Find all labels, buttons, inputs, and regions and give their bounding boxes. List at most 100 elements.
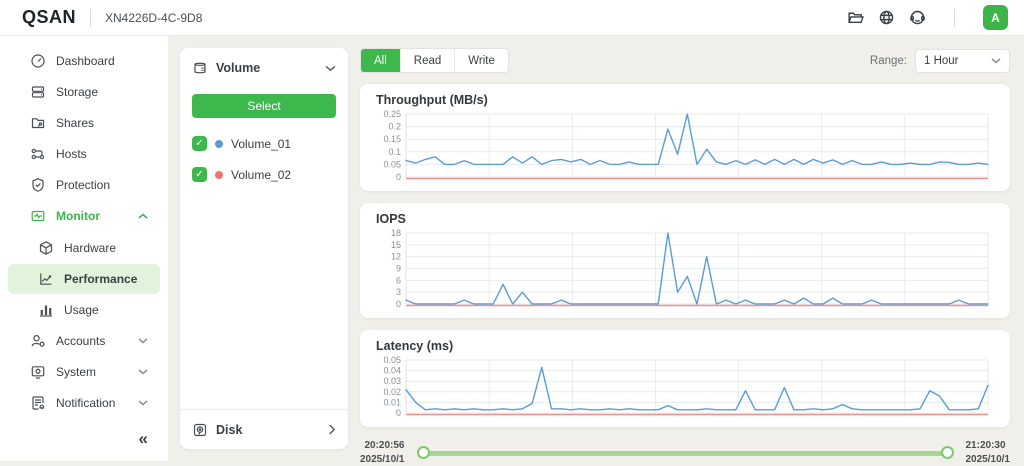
disk-section-header[interactable]: Disk xyxy=(180,409,348,449)
sidebar-item-label: Performance xyxy=(64,272,137,286)
protection-shield-icon xyxy=(30,177,46,193)
latency-line-chart: 0.050.040.030.020.010 xyxy=(368,356,992,418)
sidebar-item-performance[interactable]: Performance xyxy=(8,264,160,294)
slider-handle-end[interactable] xyxy=(941,446,954,459)
svg-text:6: 6 xyxy=(396,275,401,285)
svg-text:0: 0 xyxy=(396,172,401,182)
volume-list-item[interactable]: ✓ Volume_01 xyxy=(180,128,348,159)
slider-handle-start[interactable] xyxy=(417,446,430,459)
sidebar-item-protection[interactable]: Protection xyxy=(8,170,160,200)
range-value: 1 Hour xyxy=(924,55,959,67)
series-color-dot xyxy=(215,140,223,148)
volume-section-header[interactable]: Volume xyxy=(180,48,348,88)
checkbox-checked-icon[interactable]: ✓ xyxy=(192,136,207,151)
shares-folder-icon xyxy=(30,115,46,131)
header-divider xyxy=(90,9,91,27)
sidebar-item-label: Monitor xyxy=(56,209,100,223)
sidebar-item-usage[interactable]: Usage xyxy=(8,295,160,325)
svg-text:0.25: 0.25 xyxy=(383,110,401,119)
sidebar-item-label: Usage xyxy=(64,303,99,317)
range-dropdown[interactable]: 1 Hour xyxy=(915,49,1010,73)
time-range-slider-row: 20:20:56 2025/10/1 21:20:30 2025/10/1 xyxy=(360,439,1010,466)
iops-line-chart: 1815129630 xyxy=(368,229,992,309)
tab-read[interactable]: Read xyxy=(401,49,456,72)
series-color-dot xyxy=(215,171,223,179)
chevron-down-icon xyxy=(138,337,148,344)
volume-name: Volume_01 xyxy=(231,137,291,151)
accounts-icon xyxy=(30,333,46,349)
sidebar-item-label: System xyxy=(56,365,96,379)
iops-chart-panel: IOPS 1815129630 xyxy=(360,203,1010,318)
tab-all[interactable]: All xyxy=(361,49,401,72)
throughput-line-chart: 0.250.20.150.10.050 xyxy=(368,110,992,182)
tab-write[interactable]: Write xyxy=(455,49,508,72)
sidebar-item-dashboard[interactable]: Dashboard xyxy=(8,46,160,76)
sidebar: Dashboard Storage Shares Hosts Protectio… xyxy=(0,36,168,461)
support-headset-icon[interactable] xyxy=(909,9,926,26)
chart-title-iops: IOPS xyxy=(376,212,996,226)
filter-toolbar: All Read Write Range: 1 Hour xyxy=(360,48,1010,73)
select-button[interactable]: Select xyxy=(192,94,336,118)
checkbox-checked-icon[interactable]: ✓ xyxy=(192,167,207,182)
language-globe-icon[interactable] xyxy=(878,9,895,26)
sidebar-item-hardware[interactable]: Hardware xyxy=(8,232,160,262)
svg-text:0.15: 0.15 xyxy=(383,134,401,144)
chevron-down-icon xyxy=(138,368,148,375)
monitor-icon xyxy=(30,208,46,224)
sidebar-item-label: Protection xyxy=(56,178,110,192)
disk-icon xyxy=(192,422,208,438)
svg-text:18: 18 xyxy=(391,229,401,238)
svg-text:0.05: 0.05 xyxy=(383,356,401,365)
svg-text:0.2: 0.2 xyxy=(388,122,401,132)
app-header: QSAN XN4226D-4C-9D8 A xyxy=(0,0,1024,36)
avatar[interactable]: A xyxy=(983,5,1008,30)
sidebar-item-label: Storage xyxy=(56,85,98,99)
system-icon xyxy=(30,364,46,380)
slider-track[interactable] xyxy=(423,451,948,456)
slider-end-time: 21:20:30 xyxy=(966,439,1011,453)
file-manager-icon[interactable] xyxy=(847,9,864,26)
selector-panel: Volume Select ✓ Volume_01 ✓ Volume_02 Di… xyxy=(180,48,348,449)
svg-text:3: 3 xyxy=(396,287,401,297)
hardware-cube-icon xyxy=(38,240,54,256)
usage-bars-icon xyxy=(38,302,54,318)
sidebar-item-accounts[interactable]: Accounts xyxy=(8,326,160,356)
chevron-up-icon xyxy=(138,213,148,220)
volume-list-item[interactable]: ✓ Volume_02 xyxy=(180,159,348,190)
sidebar-item-monitor[interactable]: Monitor xyxy=(8,201,160,231)
sidebar-item-shares[interactable]: Shares xyxy=(8,108,160,138)
device-name: XN4226D-4C-9D8 xyxy=(105,11,202,25)
time-range-slider[interactable] xyxy=(417,445,954,461)
chevron-down-icon xyxy=(991,57,1001,64)
sidebar-item-system[interactable]: System xyxy=(8,357,160,387)
slider-end-date: 2025/10/1 xyxy=(966,453,1011,466)
sidebar-item-label: Accounts xyxy=(56,334,105,348)
sidebar-item-storage[interactable]: Storage xyxy=(8,77,160,107)
volume-name: Volume_02 xyxy=(231,168,291,182)
svg-text:0: 0 xyxy=(396,408,401,418)
sidebar-item-label: Dashboard xyxy=(56,54,115,68)
svg-text:9: 9 xyxy=(396,264,401,274)
header-divider xyxy=(954,9,955,27)
svg-text:0.02: 0.02 xyxy=(383,387,401,397)
volume-section-title: Volume xyxy=(216,61,260,75)
sidebar-item-label: Hosts xyxy=(56,147,87,161)
chevron-right-icon xyxy=(328,424,336,435)
svg-text:0.04: 0.04 xyxy=(383,366,401,376)
throughput-chart-panel: Throughput (MB/s) 0.250.20.150.10.050 xyxy=(360,84,1010,191)
notification-icon xyxy=(30,395,46,411)
svg-text:0.05: 0.05 xyxy=(383,159,401,169)
dashboard-icon xyxy=(30,53,46,69)
sidebar-collapse-button[interactable]: « xyxy=(139,419,168,461)
main-content: All Read Write Range: 1 Hour Throughput … xyxy=(360,48,1010,466)
performance-chart-icon xyxy=(38,271,54,287)
disk-section-title: Disk xyxy=(216,423,242,437)
sidebar-item-label: Shares xyxy=(56,116,94,130)
sidebar-item-notification[interactable]: Notification xyxy=(8,388,160,418)
sidebar-item-hosts[interactable]: Hosts xyxy=(8,139,160,169)
svg-text:0.01: 0.01 xyxy=(383,397,401,407)
slider-start-label: 20:20:56 2025/10/1 xyxy=(360,439,405,466)
chevron-down-icon xyxy=(138,399,148,406)
latency-chart-panel: Latency (ms) 0.050.040.030.020.010 xyxy=(360,330,1010,427)
svg-text:12: 12 xyxy=(391,252,401,262)
